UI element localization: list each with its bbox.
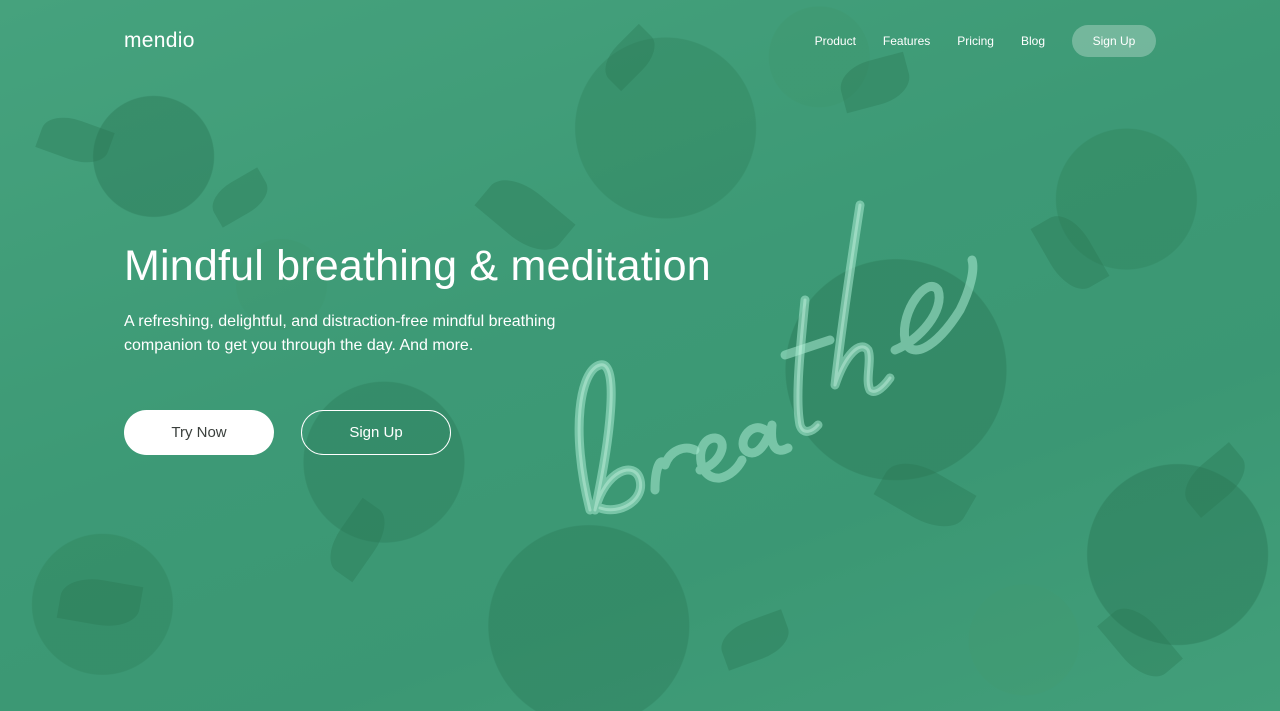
hero-section: Mindful breathing & meditation A refresh… xyxy=(124,240,764,358)
hero-title: Mindful breathing & meditation xyxy=(124,242,711,290)
top-navigation: mendio Product Features Pricing Blog Sig… xyxy=(124,24,1156,58)
sign-up-button[interactable]: Sign Up xyxy=(301,410,451,455)
try-now-button[interactable]: Try Now xyxy=(124,410,274,455)
hero-subtitle: A refreshing, delightful, and distractio… xyxy=(124,313,556,354)
nav-item-features[interactable]: Features xyxy=(883,34,930,48)
brand-logo[interactable]: mendio xyxy=(124,29,195,53)
hero-buttons: Try Now Sign Up xyxy=(124,410,451,455)
nav-signup-button[interactable]: Sign Up xyxy=(1072,25,1156,57)
nav-item-blog[interactable]: Blog xyxy=(1021,34,1045,48)
nav-item-product[interactable]: Product xyxy=(815,34,856,48)
nav-item-pricing[interactable]: Pricing xyxy=(957,34,994,48)
nav-menu: Product Features Pricing Blog Sign Up xyxy=(815,25,1156,57)
neon-breathe-sign xyxy=(574,200,978,515)
